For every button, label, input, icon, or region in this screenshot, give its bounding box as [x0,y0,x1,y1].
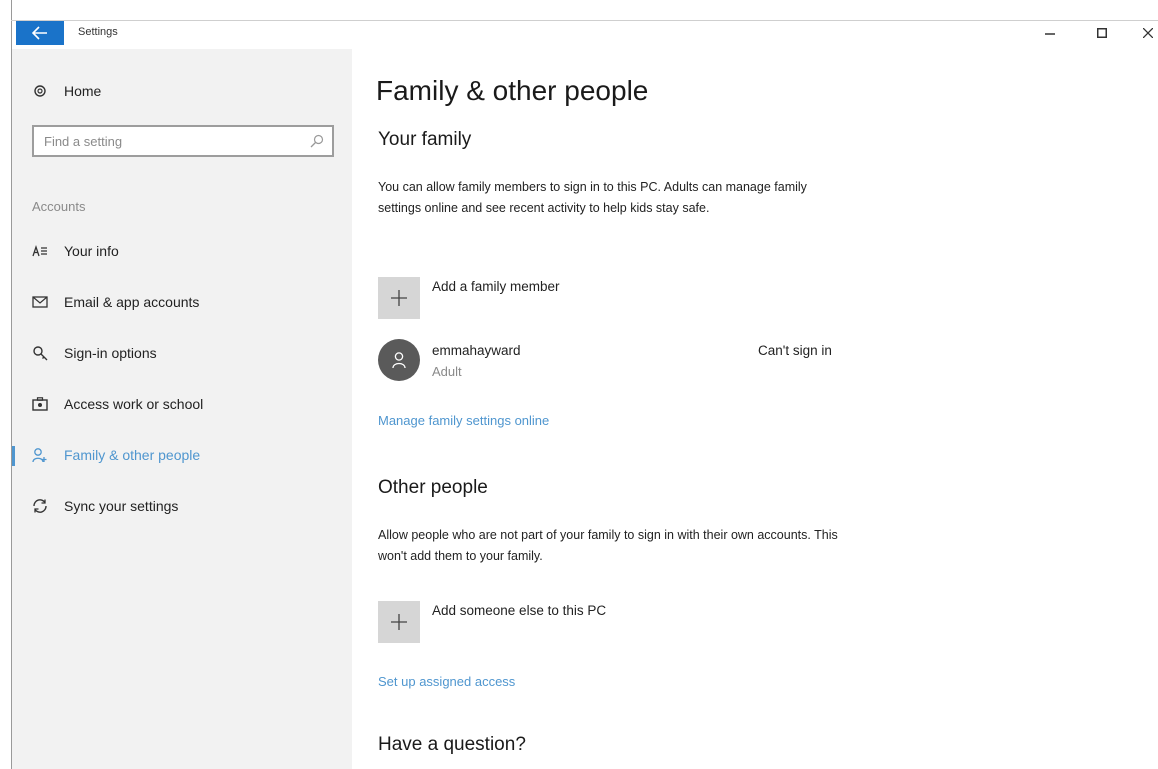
sidebar-item-label: Family & other people [64,447,201,463]
sidebar: Home Accounts Your info Email & app acco… [12,49,352,769]
sidebar-item-sign-in-options[interactable]: Sign-in options [12,335,352,371]
manage-family-settings-link[interactable]: Manage family settings online [378,413,549,428]
family-member-role: Adult [432,364,462,379]
back-arrow-icon [32,26,47,40]
briefcase-icon [32,396,48,412]
maximize-button[interactable] [1088,23,1116,43]
sidebar-item-label: Email & app accounts [64,294,200,310]
title-bar: Settings [12,21,1158,49]
close-button[interactable] [1134,23,1158,43]
key-icon [32,345,48,361]
plus-icon [391,290,407,306]
add-someone-else-button[interactable] [378,601,420,643]
your-family-description: You can allow family members to sign in … [378,180,807,215]
avatar[interactable] [378,339,420,381]
your-family-heading: Your family [378,129,472,150]
person-card-icon [32,243,48,259]
active-indicator [12,446,15,466]
add-family-member-label[interactable]: Add a family member [432,279,560,294]
back-button[interactable] [16,21,64,45]
window-title: Settings [78,26,118,38]
sync-icon [32,498,48,514]
search-icon[interactable] [310,134,324,148]
set-up-assigned-access-link[interactable]: Set up assigned access [378,674,515,689]
minimize-button[interactable] [1036,23,1064,43]
mail-icon [32,294,48,310]
sidebar-item-label: Sign-in options [64,345,157,361]
gear-icon [32,83,48,99]
maximize-icon [1097,28,1107,38]
sidebar-item-email-app-accounts[interactable]: Email & app accounts [12,284,352,320]
page-title: Family & other people [376,75,649,106]
sidebar-item-access-work-or-school[interactable]: Access work or school [12,386,352,422]
sidebar-item-your-info[interactable]: Your info [12,233,352,269]
minimize-icon [1045,33,1055,35]
plus-icon [391,614,407,630]
have-a-question-heading: Have a question? [378,734,526,755]
other-people-heading: Other people [378,477,488,498]
sidebar-item-family-other-people[interactable]: Family & other people [12,437,352,473]
sidebar-home-label: Home [64,83,102,99]
other-people-description: Allow people who are not part of your fa… [378,528,838,563]
add-someone-else-label[interactable]: Add someone else to this PC [432,603,606,618]
sidebar-home[interactable]: Home [12,73,352,109]
sidebar-item-label: Sync your settings [64,498,179,514]
family-member-status: Can't sign in [758,343,832,358]
family-member-name[interactable]: emmahayward [432,343,521,358]
person-add-icon [32,447,48,463]
add-family-member-button[interactable] [378,277,420,319]
search-input[interactable] [34,127,304,155]
close-icon [1143,28,1153,38]
sidebar-item-label: Access work or school [64,396,204,412]
person-icon [392,352,406,369]
sidebar-item-label: Your info [64,243,119,259]
search-box[interactable] [32,125,334,157]
main-content: Family & other people Your family You ca… [352,49,1158,769]
section-label-accounts: Accounts [32,199,86,214]
sidebar-item-sync-your-settings[interactable]: Sync your settings [12,488,352,524]
